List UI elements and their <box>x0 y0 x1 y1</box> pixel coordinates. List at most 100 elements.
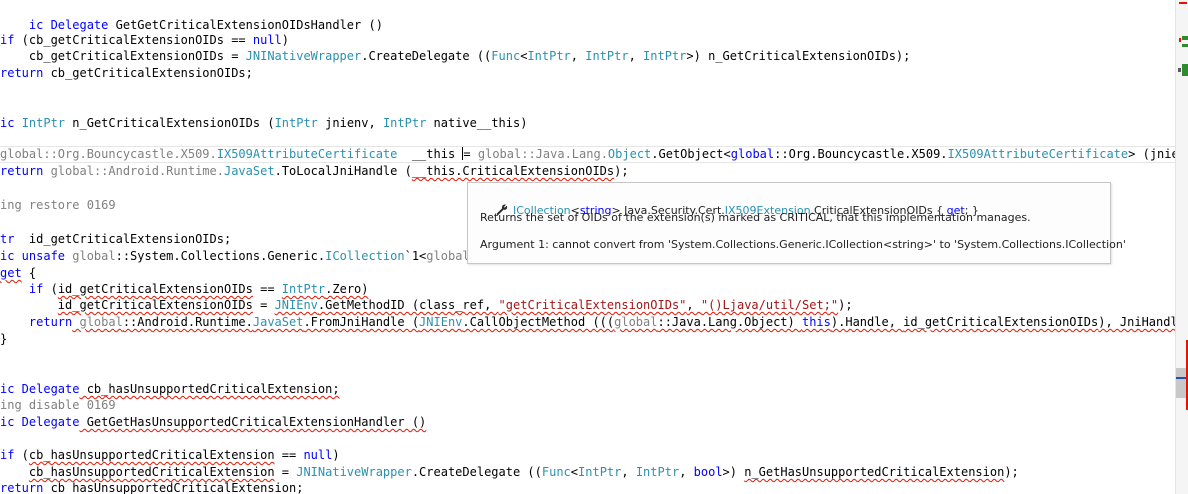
token: `1< <box>404 249 427 263</box>
token: Func <box>541 465 571 479</box>
token: if <box>0 282 44 296</box>
token: Object <box>607 147 652 161</box>
token: { <box>21 266 37 280</box>
token: ::System.Collections.Generic. <box>115 249 326 263</box>
error-squiggle: id_getCriticalExtensionOIDs <box>57 282 253 296</box>
token: .CallObjectMethod ((( <box>462 315 615 329</box>
error-marker[interactable] <box>1179 38 1181 42</box>
token: , <box>686 298 701 312</box>
token: ); <box>1004 465 1019 479</box>
token: > (jnienv, na <box>1128 147 1175 161</box>
token: __this <box>397 147 463 161</box>
code-line[interactable]: } <box>0 331 7 348</box>
token: ( <box>43 282 58 296</box>
token: ing disable 0169 <box>0 398 116 412</box>
token: ::Org.Bouncycastle.X509. <box>774 147 948 161</box>
code-line[interactable]: ic Delegate GetGetCriticalExtensionOIDsH… <box>0 0 383 32</box>
caret-marker <box>1178 68 1181 72</box>
token: "()Ljava/util/Set;" <box>700 298 839 312</box>
token: ).Handle, <box>830 315 904 329</box>
token: >) <box>722 465 745 479</box>
token: == <box>252 282 282 296</box>
token: , <box>621 465 636 479</box>
code-line[interactable]: ing restore 0169 <box>0 197 116 214</box>
token: global <box>65 249 116 263</box>
code-line[interactable]: return cb_getCriticalExtensionOIDs; <box>0 65 253 82</box>
error-squiggle: __this.CriticalExtensionOIDs <box>411 164 615 178</box>
code-line[interactable]: cb_hasUnsupportedCriticalExtension = JNI… <box>0 464 1019 481</box>
token: IX509AttributeCertificate <box>947 147 1129 161</box>
code-line[interactable]: return global::Android.Runtime.JavaSet.T… <box>0 163 629 180</box>
token: cb_hasUnsupportedCriticalExtension; <box>79 382 340 396</box>
token: = <box>274 465 297 479</box>
token: global <box>43 164 94 178</box>
token: JNIEnv <box>274 298 318 312</box>
code-line[interactable]: id_getCriticalExtensionOIDs = JNIEnv.Get… <box>0 297 853 314</box>
token: global <box>72 315 123 329</box>
token: global <box>426 249 470 263</box>
code-line[interactable]: tr id_getCriticalExtensionOIDs; <box>0 231 231 248</box>
error-squiggle: id_getCriticalExtensionOIDs <box>57 298 253 312</box>
token: ::Java.Lang. <box>521 147 608 161</box>
token: return <box>0 481 44 494</box>
token: .GetObject< <box>651 147 731 161</box>
code-line[interactable]: ing disable 0169 <box>0 397 116 414</box>
token: unsafe <box>14 249 66 263</box>
token: get <box>0 266 22 280</box>
token: if <box>0 448 15 462</box>
token: this <box>801 315 831 329</box>
token: == <box>274 448 304 462</box>
change-marker <box>1182 44 1188 47</box>
token: .ToLocalJniHandle ( <box>274 164 412 178</box>
code-line[interactable]: if (cb_getCriticalExtensionOIDs == null) <box>0 32 289 49</box>
caret-position-marker <box>1176 377 1186 379</box>
token: ic Delegate <box>0 415 80 429</box>
token: , <box>679 465 694 479</box>
code-line[interactable]: return cb hasUnsupportedCriticalExtensio… <box>0 480 303 494</box>
token: global::Org.Bouncycastle.X509. <box>0 147 217 161</box>
token: < <box>570 465 579 479</box>
token: return <box>0 164 44 178</box>
error-squiggle: id_getCriticalExtensionOIDs <box>903 315 1099 329</box>
token: GetGetHasUnsupportedCriticalExtensionHan… <box>79 415 427 429</box>
change-marker <box>1182 36 1188 40</box>
text-caret <box>462 147 464 160</box>
token: id_getCriticalExtensionOIDs; <box>14 232 232 246</box>
quick-info-tooltip: ICollection<string> Java.Security.Cert.I… <box>467 182 1126 264</box>
token: .FromJniHandle ( <box>303 315 420 329</box>
code-line[interactable]: if (cb_hasUnsupportedCriticalExtension =… <box>0 447 340 464</box>
token: ); <box>838 298 853 312</box>
token: global <box>470 147 522 161</box>
error-squiggle: n_GetHasUnsupportedCriticalExtension <box>744 465 1005 479</box>
token: tr <box>0 232 15 246</box>
code-line-current[interactable]: global::Org.Bouncycastle.X509.IX509Attri… <box>0 146 1175 163</box>
token: IX509AttributeCertificate <box>216 147 398 161</box>
token: ::Java.Lang.Object) <box>657 315 802 329</box>
token: return <box>0 315 73 329</box>
code-line[interactable]: get { <box>0 265 36 282</box>
token: IntPtr <box>281 282 326 296</box>
code-line[interactable]: ic unsafe global::System.Collections.Gen… <box>0 248 484 265</box>
error-marker[interactable] <box>1179 2 1187 4</box>
token: .CreateDelegate (( <box>411 465 542 479</box>
code-line[interactable]: ic Delegate cb_hasUnsupportedCriticalExt… <box>0 381 340 398</box>
code-line[interactable]: ic IntPtr n_GetCriticalExtensionOIDs (In… <box>0 115 527 132</box>
tooltip-error-message: Argument 1: cannot convert from 'System.… <box>480 238 1126 251</box>
token: JavaSet <box>223 164 275 178</box>
token: ) <box>332 448 340 462</box>
token: global <box>730 147 775 161</box>
token: ); <box>614 164 629 178</box>
overview-scrollbar[interactable] <box>1175 0 1188 494</box>
code-line[interactable]: return global::Android.Runtime.JavaSet.F… <box>0 314 1175 331</box>
token: ( <box>14 448 29 462</box>
token: .GetMethodID (class_ref, <box>317 298 499 312</box>
code-line[interactable]: if (id_getCriticalExtensionOIDs == IntPt… <box>0 281 369 298</box>
change-marker <box>1182 64 1188 76</box>
token: ICollection <box>325 249 405 263</box>
token: ic Delegate <box>0 382 80 396</box>
code-line[interactable]: cb_getCriticalExtensionOIDs = JNINativeW… <box>0 48 910 65</box>
code-line[interactable]: ic Delegate GetGetHasUnsupportedCritical… <box>0 414 426 431</box>
token: ), JniHandleOwne <box>1098 315 1175 329</box>
token: IntPtr <box>635 465 680 479</box>
